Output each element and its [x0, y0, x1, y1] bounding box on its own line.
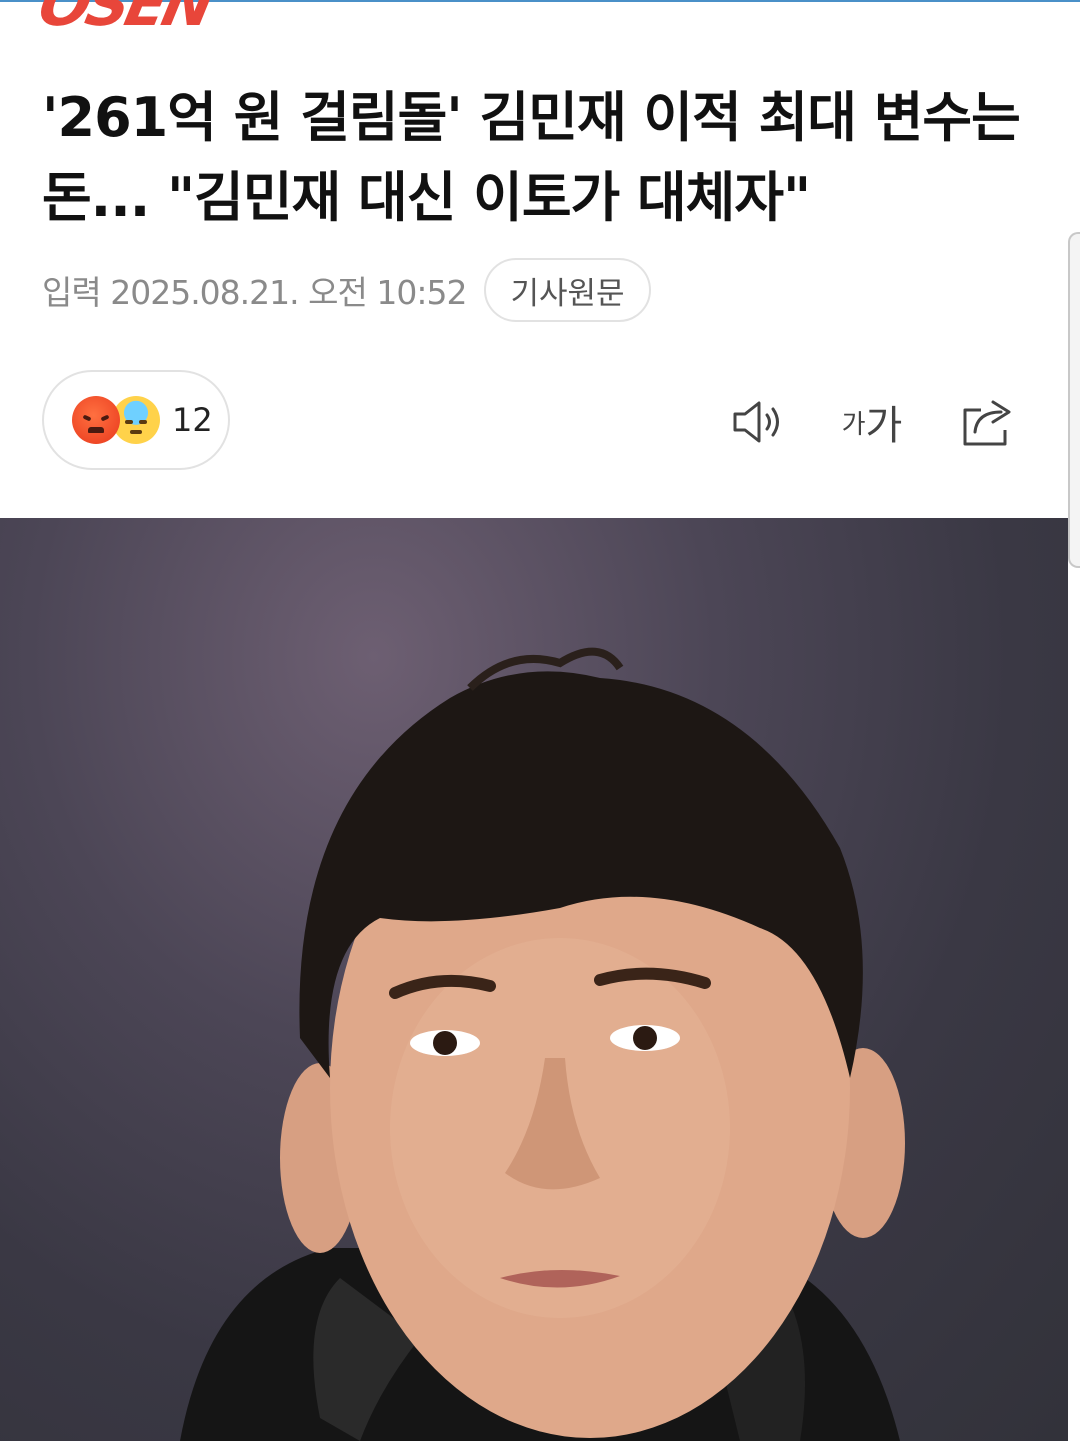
- brand-header: OSEN: [0, 0, 1080, 44]
- speaker-icon: [733, 401, 779, 443]
- font-size-large-label: 가: [865, 403, 903, 449]
- angry-emoji-icon: [72, 396, 120, 444]
- publish-date: 입력 2025.08.21. 오전 10:52: [42, 273, 467, 312]
- share-button[interactable]: [955, 392, 1019, 452]
- article-photo: [0, 518, 1068, 1441]
- osen-logo[interactable]: OSEN: [33, 0, 217, 40]
- article-headline: '261억 원 걸림돌' 김민재 이적 최대 변수는 돈... "김민재 대신 …: [42, 86, 1021, 229]
- article-meta: 입력 2025.08.21. 오전 10:52 기사원문: [42, 258, 651, 322]
- read-aloud-button[interactable]: [725, 392, 789, 452]
- font-size-small-label: 가: [841, 409, 866, 440]
- reaction-button[interactable]: 12: [42, 370, 230, 470]
- player-portrait: [180, 647, 905, 1441]
- font-size-button[interactable]: 가가: [836, 392, 908, 452]
- original-article-button[interactable]: 기사원문: [484, 258, 651, 322]
- reaction-count: 12: [172, 401, 213, 439]
- scrollbar[interactable]: [1068, 232, 1080, 568]
- share-icon: [963, 400, 1011, 446]
